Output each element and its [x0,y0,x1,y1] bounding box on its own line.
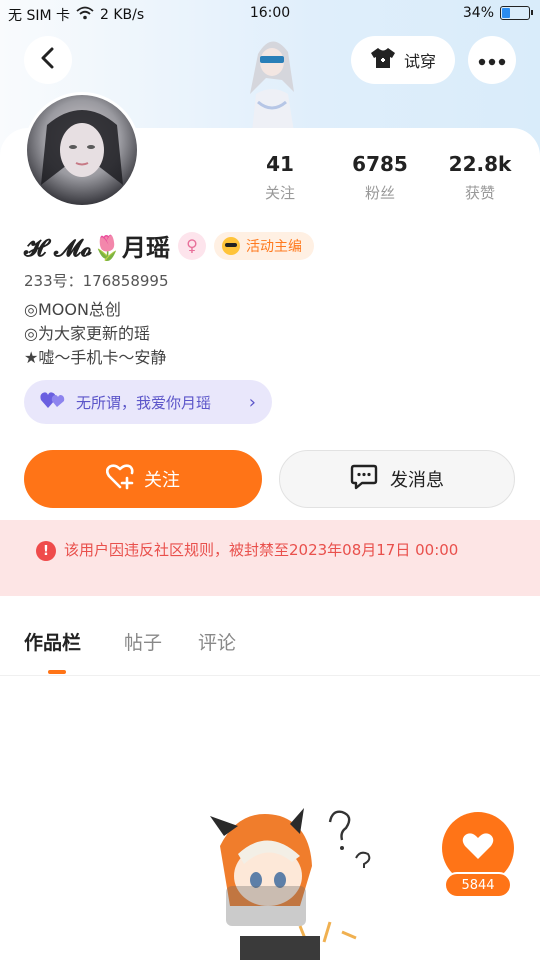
stat-label: 获赞 [464,184,495,202]
try-on-label: 试穿 [403,52,436,71]
role-badge[interactable]: 活动主编 [213,231,314,260]
like-count: 5844 [444,872,512,898]
heart-plus-icon [105,463,134,495]
warning-icon: ! [36,541,56,561]
stat-value: 6785 [352,152,408,176]
message-label: 发消息 [390,470,444,491]
more-button[interactable] [468,36,516,84]
stat-value: 22.8k [448,152,512,176]
name-row: 𝓗 𝓜𝓸🌷月瑶 ♀ 活动主编 [24,228,314,263]
heart-icon [462,832,494,864]
tshirt-icon [370,47,396,73]
back-button[interactable] [24,36,72,84]
more-icon [478,51,506,70]
battery-icon [500,6,533,20]
bio-line: ◎为大家更新的瑶 [24,324,150,343]
relationship-text: 无所谓，我爱你月瑶 [76,393,212,412]
ban-notice-text: 该用户因违反社区规则，被封禁至2023年08月17日 00:00 [64,541,459,559]
chat-bubble-icon [350,464,378,495]
bio-line: ★嘘～手机卡～安静 [24,348,167,367]
tab-posts[interactable]: 帖子 [124,628,162,655]
stat-label: 粉丝 [364,184,395,202]
follow-button[interactable]: 关注 [24,450,262,508]
stat-likes[interactable]: 22.8k 获赞 [430,152,530,203]
empty-state-illustration [180,806,380,960]
back-icon [39,47,57,73]
profile-stats: 41 关注 6785 粉丝 22.8k 获赞 [230,152,530,203]
stat-following[interactable]: 41 关注 [230,152,330,203]
tab-works[interactable]: 作品栏 [24,628,81,655]
stat-followers[interactable]: 6785 粉丝 [330,152,430,203]
ban-notice: ! 该用户因违反社区规则，被封禁至2023年08月17日 00:00 [0,520,540,596]
stat-value: 41 [266,152,294,176]
message-button[interactable]: 发消息 [279,450,515,508]
try-on-button[interactable]: 试穿 [351,36,455,84]
role-badge-label: 活动主编 [245,238,302,255]
content-tabs: 作品栏 帖子 评论 [0,622,540,676]
active-tab-indicator [48,670,66,674]
bio-line: ◎MOON总创 [24,300,121,319]
battery-fill [502,8,511,18]
follow-label: 关注 [144,470,180,491]
clock: 16:00 [249,5,291,21]
tab-comments[interactable]: 评论 [198,628,236,655]
relationship-pill[interactable]: 无所谓，我爱你月瑶 › [24,380,272,424]
virtual-avatar-figure[interactable] [236,32,308,132]
stat-label: 关注 [264,184,295,202]
status-bar: 无 SIM 卡 2 KB/s 16:00 34% [0,0,540,28]
female-gender-icon: ♀ [177,231,206,260]
user-id: 233号：176858995 [24,272,169,290]
battery-percent: 34% [462,5,494,21]
user-name: 𝓗 𝓜𝓸🌷月瑶 [24,233,170,262]
bio: ◎MOON总创 ◎为大家更新的瑶 ★嘘～手机卡～安静 [24,298,166,370]
avatar[interactable] [24,92,140,208]
chevron-right-icon: › [248,391,256,413]
sunglasses-face-icon [221,236,240,255]
double-heart-icon [40,391,66,413]
